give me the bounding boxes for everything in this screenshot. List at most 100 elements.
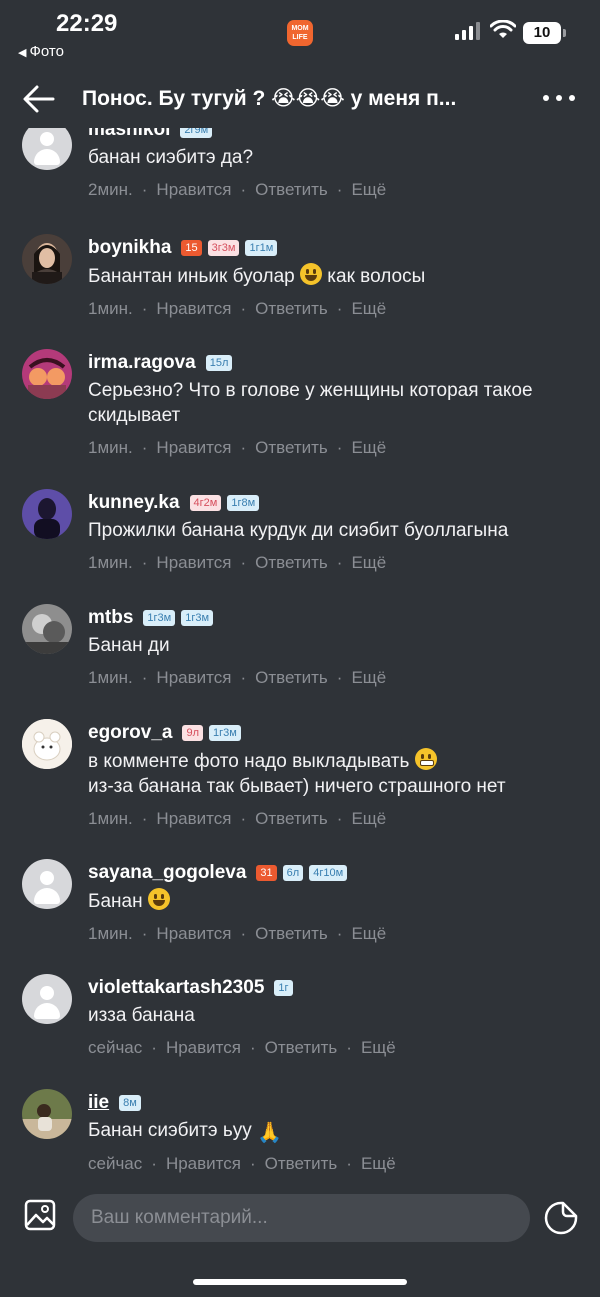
- comment-text-part: Банан сиэбитэ ьуу: [88, 1120, 252, 1141]
- status-bar: 22:29 ◀ Фото MOM LIFE 10: [0, 0, 600, 70]
- sticker-icon[interactable]: [543, 1200, 579, 1236]
- comment-time: 1мин.: [88, 553, 133, 572]
- comments-list: mashikol 2г9м банан сиэбитэ да? 2мин. · Нр…: [0, 128, 600, 1178]
- comment-text: Банантан иньик буолар как волосы: [88, 263, 586, 289]
- comment-actions: сейчас · Нравится · Ответить · Ещё: [88, 1038, 396, 1057]
- more-button[interactable]: Ещё: [351, 668, 386, 687]
- comment-actions: 1мин. · Нравится · Ответить · Ещё: [88, 438, 387, 457]
- badge: 1г3м: [143, 610, 176, 626]
- avatar[interactable]: [22, 1089, 72, 1139]
- reply-button[interactable]: Ответить: [255, 668, 328, 687]
- home-indicator[interactable]: [193, 1279, 407, 1285]
- reply-button[interactable]: Ответить: [255, 809, 328, 828]
- back-arrow-icon[interactable]: [22, 84, 56, 114]
- reply-button[interactable]: Ответить: [255, 924, 328, 943]
- like-button[interactable]: Нравится: [156, 924, 231, 943]
- more-button[interactable]: Ещё: [361, 1038, 396, 1057]
- username[interactable]: egorov_a: [88, 722, 172, 744]
- comment-input-bar: [0, 1180, 600, 1260]
- username[interactable]: sayana_gogoleva: [88, 862, 246, 884]
- battery-icon: 10: [523, 22, 561, 44]
- badge: 1г8м: [227, 495, 260, 511]
- page-title: Понос. Бу тугуй ? 😭😭😭 у меня п...: [82, 87, 457, 110]
- username[interactable]: iie: [88, 1092, 109, 1114]
- back-triangle-icon: ◀: [18, 47, 27, 59]
- comment-time: сейчас: [88, 1038, 143, 1057]
- like-button[interactable]: Нравится: [156, 438, 231, 457]
- comment-actions: 2мин. · Нравится · Ответить · Ещё: [88, 180, 387, 199]
- reply-button[interactable]: Ответить: [265, 1038, 338, 1057]
- reply-button[interactable]: Ответить: [255, 553, 328, 572]
- comment-text: Банан: [88, 888, 586, 914]
- username[interactable]: mashikol: [88, 128, 170, 141]
- avatar[interactable]: [22, 349, 72, 399]
- avatar[interactable]: [22, 128, 72, 170]
- pray-emoji-icon: 🙏: [257, 1122, 282, 1144]
- comment-text-part: в комменте фото надо выкладывать: [88, 751, 410, 772]
- avatar[interactable]: [22, 719, 72, 769]
- comment-actions: 1мин. · Нравится · Ответить · Ещё: [88, 553, 387, 572]
- comment-time: 1мин.: [88, 809, 133, 828]
- comment-text: в комменте фото надо выкладывать из-за б…: [88, 748, 586, 799]
- more-button[interactable]: Ещё: [351, 299, 386, 318]
- more-button[interactable]: Ещё: [351, 180, 386, 199]
- back-app-label: Фото: [29, 43, 64, 60]
- battery-cap: [563, 29, 566, 37]
- signal-icon: [455, 22, 480, 40]
- comment-time: 2мин.: [88, 180, 133, 199]
- badge: 3г3м: [207, 240, 240, 256]
- more-button[interactable]: Ещё: [351, 438, 386, 457]
- momlife-app-icon: MOM LIFE: [287, 20, 313, 46]
- more-button[interactable]: Ещё: [351, 809, 386, 828]
- comment-time: 1мин.: [88, 438, 133, 457]
- reply-button[interactable]: Ответить: [255, 299, 328, 318]
- like-button[interactable]: Нравится: [156, 553, 231, 572]
- comment-input[interactable]: [73, 1194, 530, 1242]
- avatar[interactable]: [22, 974, 72, 1024]
- reply-button[interactable]: Ответить: [255, 438, 328, 457]
- avatar[interactable]: [22, 604, 72, 654]
- like-button[interactable]: Нравится: [156, 299, 231, 318]
- badge: 4г10м: [309, 865, 348, 881]
- badge: 1г3м: [181, 610, 214, 626]
- avatar[interactable]: [22, 859, 72, 909]
- comment-text: банан сиэбитэ да?: [88, 147, 254, 168]
- avatar[interactable]: [22, 234, 72, 284]
- more-button[interactable]: Ещё: [351, 553, 386, 572]
- more-button[interactable]: Ещё: [361, 1154, 396, 1173]
- username[interactable]: irma.ragova: [88, 352, 196, 374]
- like-button[interactable]: Нравится: [166, 1038, 241, 1057]
- back-to-app-link[interactable]: ◀ Фото: [18, 43, 64, 60]
- like-button[interactable]: Нравится: [166, 1154, 241, 1173]
- wifi-icon: [490, 20, 516, 38]
- top-bar: Понос. Бу тугуй ? 😭😭😭 у меня п...: [0, 72, 600, 128]
- like-button[interactable]: Нравится: [156, 180, 231, 199]
- comment-text: Банан сиэбитэ ьуу 🙏: [88, 1118, 586, 1144]
- comment-actions: 1мин. · Нравится · Ответить · Ещё: [88, 299, 387, 318]
- badge: 1г: [274, 980, 293, 996]
- comment-time: 1мин.: [88, 299, 133, 318]
- image-icon[interactable]: [24, 1199, 56, 1231]
- badge: 2г9м: [180, 128, 213, 138]
- more-dots-icon[interactable]: [541, 88, 577, 108]
- comment-text-part: Банантан иньик буолар: [88, 266, 295, 287]
- like-button[interactable]: Нравится: [156, 668, 231, 687]
- reply-button[interactable]: Ответить: [265, 1154, 338, 1173]
- comment-time: сейчас: [88, 1154, 143, 1173]
- like-button[interactable]: Нравится: [156, 809, 231, 828]
- username[interactable]: boynikha: [88, 237, 171, 259]
- comment-text-part: как волосы: [327, 266, 426, 287]
- badge: 6л: [282, 865, 304, 881]
- grimace-emoji-icon: [414, 748, 437, 770]
- comment-text: изза банана: [88, 1005, 195, 1026]
- username[interactable]: violettakartash2305: [88, 977, 264, 999]
- reply-button[interactable]: Ответить: [255, 180, 328, 199]
- username[interactable]: mtbs: [88, 607, 133, 629]
- comment-text-part: Банан: [88, 891, 143, 912]
- more-button[interactable]: Ещё: [351, 924, 386, 943]
- badge: 8м: [119, 1095, 141, 1111]
- comment-actions: 1мин. · Нравится · Ответить · Ещё: [88, 668, 387, 687]
- username[interactable]: kunney.ka: [88, 492, 180, 514]
- comment-text: Серьезно? Что в голове у женщины которая…: [88, 380, 533, 426]
- avatar[interactable]: [22, 489, 72, 539]
